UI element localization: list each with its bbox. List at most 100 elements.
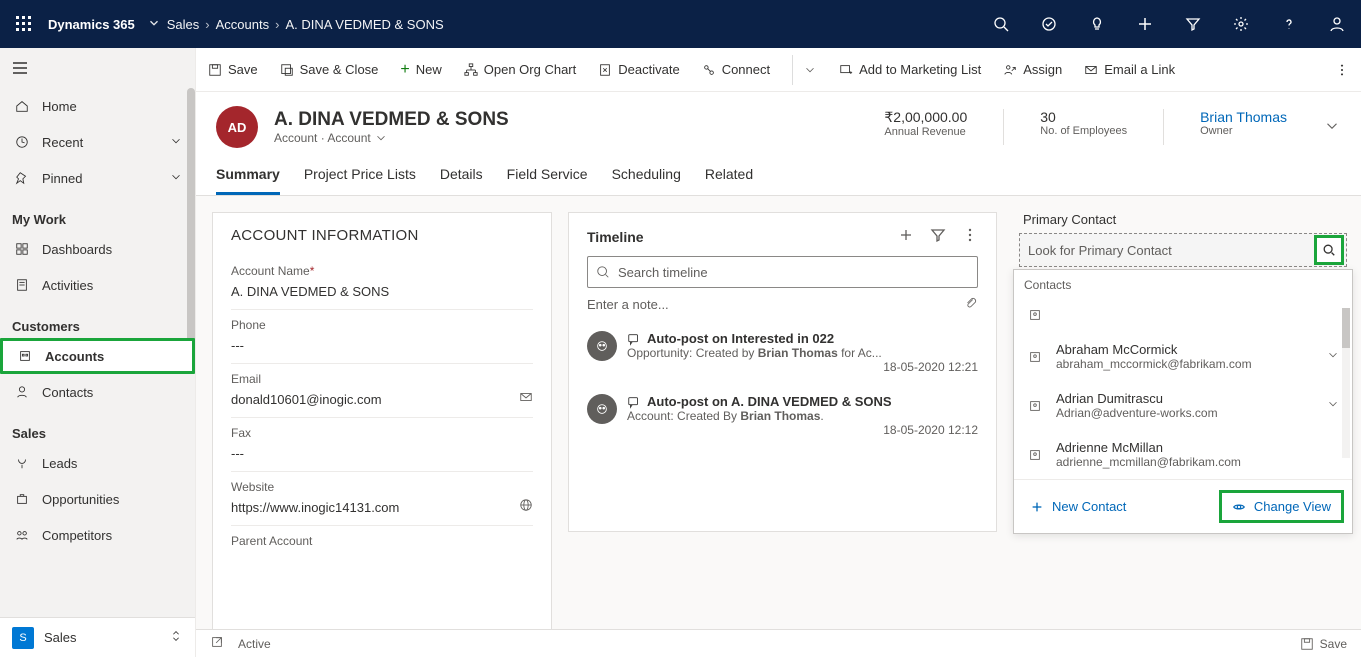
- header-expand-icon[interactable]: [1323, 117, 1341, 138]
- lookup-search-button[interactable]: [1314, 235, 1344, 265]
- breadcrumb-area[interactable]: Sales: [167, 17, 200, 32]
- sidebar-item-label: Dashboards: [42, 242, 112, 257]
- opportunities-icon: [12, 492, 32, 506]
- timeline-more-icon[interactable]: [962, 227, 978, 246]
- sidebar-item-accounts[interactable]: Accounts: [0, 338, 195, 374]
- tab-field-service[interactable]: Field Service: [507, 160, 588, 195]
- field-phone[interactable]: Phone ---: [231, 310, 533, 364]
- help-icon[interactable]: [1273, 8, 1305, 40]
- globe-icon[interactable]: [519, 498, 533, 515]
- form-label[interactable]: Account: [327, 131, 370, 145]
- connect-button[interactable]: Connect: [702, 62, 770, 77]
- activities-icon: [12, 278, 32, 292]
- cmd-label: Deactivate: [618, 62, 679, 77]
- chevron-down-icon[interactable]: [1326, 397, 1340, 414]
- sidebar-item-recent[interactable]: Recent: [0, 124, 195, 160]
- field-value[interactable]: donald10601@inogic.com: [231, 392, 533, 407]
- primary-contact-lookup[interactable]: Look for Primary Contact: [1019, 233, 1347, 267]
- lookup-result-item[interactable]: Abraham McCormick abraham_mccormick@fabr…: [1014, 332, 1352, 381]
- breadcrumb-entity[interactable]: Accounts: [216, 17, 269, 32]
- app-launcher-icon[interactable]: [8, 8, 40, 40]
- dropdown-scrollbar[interactable]: [1342, 308, 1350, 348]
- save-button[interactable]: Save: [208, 62, 258, 77]
- email-icon[interactable]: [519, 390, 533, 407]
- add-icon[interactable]: [1129, 8, 1161, 40]
- lookup-result-item[interactable]: Adrian Dumitrascu Adrian@adventure-works…: [1014, 381, 1352, 430]
- timeline-item[interactable]: Auto-post on A. DINA VEDMED & SONS Accou…: [587, 384, 978, 447]
- overflow-button[interactable]: [1335, 63, 1349, 77]
- plus-icon: +: [400, 61, 409, 79]
- tab-project-price-lists[interactable]: Project Price Lists: [304, 160, 416, 195]
- chevron-down-icon[interactable]: [147, 16, 161, 33]
- timeline-search[interactable]: Search timeline: [587, 256, 978, 288]
- hamburger-icon[interactable]: [0, 48, 195, 88]
- timeline-note-input[interactable]: Enter a note...: [587, 288, 978, 321]
- chevron-down-icon[interactable]: [1326, 348, 1340, 365]
- lightbulb-icon[interactable]: [1081, 8, 1113, 40]
- sidebar-item-pinned[interactable]: Pinned: [0, 160, 195, 196]
- sidebar-section-sales: Sales: [0, 410, 195, 445]
- home-icon: [12, 99, 32, 113]
- field-label: Fax: [231, 426, 533, 440]
- sidebar-item-leads[interactable]: Leads: [0, 445, 195, 481]
- user-icon[interactable]: [1321, 8, 1353, 40]
- new-contact-button[interactable]: New Contact: [1022, 495, 1134, 518]
- button-label: New Contact: [1052, 499, 1126, 514]
- competitors-icon: [12, 528, 32, 542]
- email-link-button[interactable]: Email a Link: [1084, 62, 1175, 77]
- expand-icon: [169, 629, 183, 646]
- tab-scheduling[interactable]: Scheduling: [612, 160, 681, 195]
- field-label: Phone: [231, 318, 533, 332]
- new-button[interactable]: + New: [400, 61, 441, 79]
- field-account-name[interactable]: Account Name* A. DINA VEDMED & SONS: [231, 256, 533, 310]
- sidebar-item-label: Activities: [42, 278, 93, 293]
- tab-summary[interactable]: Summary: [216, 160, 280, 195]
- stat-owner: Brian Thomas Owner: [1200, 109, 1287, 137]
- sidebar-item-activities[interactable]: Activities: [0, 267, 195, 303]
- field-value[interactable]: ---: [231, 338, 533, 353]
- timeline-item-date: 18-05-2020 12:21: [627, 360, 978, 374]
- popout-icon[interactable]: [210, 635, 224, 652]
- field-email[interactable]: Email donald10601@inogic.com: [231, 364, 533, 418]
- area-switcher[interactable]: S Sales: [0, 617, 195, 657]
- lookup-result-item[interactable]: [1014, 298, 1352, 332]
- attach-icon[interactable]: [964, 296, 978, 313]
- deactivate-button[interactable]: Deactivate: [598, 62, 679, 77]
- field-value[interactable]: https://www.inogic14131.com: [231, 500, 533, 515]
- tab-details[interactable]: Details: [440, 160, 483, 195]
- assign-button[interactable]: Assign: [1003, 62, 1062, 77]
- pin-icon: [12, 171, 32, 185]
- timeline-item-sub: Opportunity: Created by Brian Thomas for…: [627, 346, 978, 360]
- timeline-filter-icon[interactable]: [930, 227, 946, 246]
- search-icon[interactable]: [985, 8, 1017, 40]
- timeline-item[interactable]: Auto-post on Interested in 022 Opportuni…: [587, 321, 978, 384]
- sidebar-item-home[interactable]: Home: [0, 88, 195, 124]
- sidebar-item-contacts[interactable]: Contacts: [0, 374, 195, 410]
- timeline-add-icon[interactable]: [898, 227, 914, 246]
- field-parent-account[interactable]: Parent Account: [231, 526, 533, 564]
- filter-icon[interactable]: [1177, 8, 1209, 40]
- footer-save-button[interactable]: Save: [1300, 637, 1347, 651]
- command-bar: Save Save & Close + New Open Org Chart D…: [196, 48, 1361, 92]
- sidebar-item-opportunities[interactable]: Opportunities: [0, 481, 195, 517]
- sidebar-item-label: Contacts: [42, 385, 93, 400]
- sidebar-item-competitors[interactable]: Competitors: [0, 517, 195, 553]
- open-org-chart-button[interactable]: Open Org Chart: [464, 62, 577, 77]
- contact-email: abraham_mccormick@fabrikam.com: [1056, 357, 1314, 371]
- field-value[interactable]: A. DINA VEDMED & SONS: [231, 284, 533, 299]
- brand-label: Dynamics 365: [48, 17, 135, 32]
- field-value[interactable]: ---: [231, 446, 533, 461]
- save-close-button[interactable]: Save & Close: [280, 62, 379, 77]
- add-marketing-list-button[interactable]: Add to Marketing List: [839, 62, 981, 77]
- field-website[interactable]: Website https://www.inogic14131.com: [231, 472, 533, 526]
- task-icon[interactable]: [1033, 8, 1065, 40]
- connect-dropdown[interactable]: [792, 55, 817, 85]
- owner-link[interactable]: Brian Thomas: [1200, 109, 1287, 125]
- change-view-button[interactable]: Change View: [1219, 490, 1344, 523]
- tab-related[interactable]: Related: [705, 160, 753, 195]
- settings-icon[interactable]: [1225, 8, 1257, 40]
- sidebar-item-label: Leads: [42, 456, 77, 471]
- lookup-result-item[interactable]: Adrienne McMillan adrienne_mcmillan@fabr…: [1014, 430, 1352, 479]
- sidebar-item-dashboards[interactable]: Dashboards: [0, 231, 195, 267]
- field-fax[interactable]: Fax ---: [231, 418, 533, 472]
